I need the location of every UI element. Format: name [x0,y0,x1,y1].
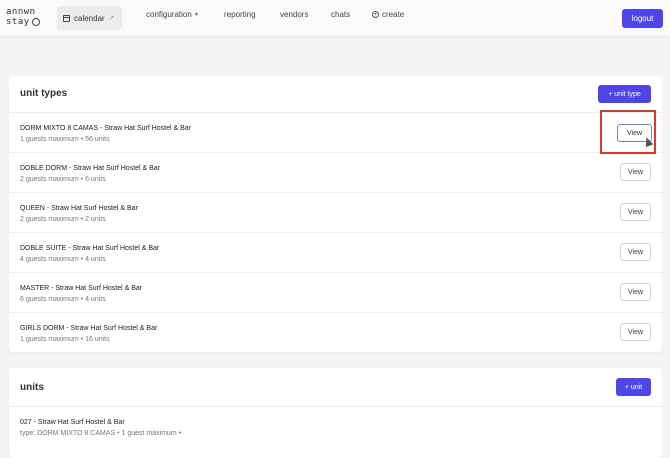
view-button[interactable]: View [620,323,651,341]
unit-type-name: DOBLE SUITE - Straw Hat Surf Hostel & Ba… [20,245,160,252]
globe-icon [31,18,40,26]
unit-type-name: DORM MIXTO 8 CAMAS - Straw Hat Surf Host… [20,125,192,132]
unit-types-header: unit types + unit type [9,76,662,113]
unit-row[interactable]: 027 - Straw Hat Surf Hostel & Bar type: … [9,407,662,447]
add-unit-button[interactable]: + unit [616,378,651,396]
nav-configuration-label: configuration [146,10,192,19]
calendar-icon [63,14,70,22]
nav-chats[interactable]: chats [331,10,350,19]
plus-circle-icon: + [372,11,379,18]
unit-type-meta: 2 guests maximum • 2 units [20,216,106,223]
logout-button[interactable]: logout [622,9,663,28]
unit-type-name: DOBLE DORM - Straw Hat Surf Hostel & Bar [20,165,161,172]
view-button[interactable]: View [620,163,651,181]
unit-type-name: MASTER - Straw Hat Surf Hostel & Bar [20,285,143,292]
chevron-down-icon: ▾ [194,12,198,18]
logo[interactable]: annwn stay [6,7,46,27]
nav-configuration[interactable]: configuration ▾ [146,10,198,19]
view-button[interactable]: View [620,243,651,261]
top-nav: annwn stay calendar ↗ configuration ▾ re… [0,0,670,37]
logo-line1: annwn [6,7,36,17]
units-header: units + unit [9,368,662,407]
unit-type-meta: 1 guests maximum • 16 units [20,336,110,343]
units-title: units [20,382,44,393]
view-button[interactable]: View [620,283,651,301]
logo-line2: stay [6,17,30,27]
unit-type-row: MASTER - Straw Hat Surf Hostel & Bar 6 g… [9,273,662,313]
nav-calendar[interactable]: calendar ↗ [57,6,122,30]
unit-type-name: GIRLS DORM - Straw Hat Surf Hostel & Bar [20,325,158,332]
unit-type-row: GIRLS DORM - Straw Hat Surf Hostel & Bar… [9,313,662,352]
view-button[interactable]: View [620,203,651,221]
nav-reporting[interactable]: reporting [224,10,256,19]
unit-type-meta: 4 guests maximum • 4 units [20,256,106,263]
unit-type-meta: 2 guests maximum • 6 units [20,176,106,183]
unit-type-meta: 6 guests maximum • 4 units [20,296,106,303]
nav-calendar-label: calendar [74,13,105,23]
add-unit-type-button[interactable]: + unit type [598,85,651,103]
unit-meta: type: DORM MIXTO 8 CAMAS • 1 guest maxim… [20,430,182,437]
nav-vendors-label: vendors [280,10,309,19]
unit-type-name: QUEEN - Straw Hat Surf Hostel & Bar [20,205,138,212]
unit-type-meta: 1 guests maximum • 56 units [20,136,110,143]
unit-type-row: DOBLE DORM - Straw Hat Surf Hostel & Bar… [9,153,662,193]
nav-create-label: create [382,10,405,19]
nav-chats-label: chats [331,10,351,19]
unit-type-row: DOBLE SUITE - Straw Hat Surf Hostel & Ba… [9,233,662,273]
nav-create[interactable]: + create [372,10,404,19]
unit-type-row: DORM MIXTO 8 CAMAS - Straw Hat Surf Host… [9,113,662,153]
nav-vendors[interactable]: vendors [280,10,308,19]
unit-name: 027 - Straw Hat Surf Hostel & Bar [20,419,125,426]
external-link-icon: ↗ [108,15,115,22]
units-card: units + unit 027 - Straw Hat Surf Hostel… [9,368,662,458]
nav-reporting-label: reporting [224,10,256,19]
unit-type-row: QUEEN - Straw Hat Surf Hostel & Bar 2 gu… [9,193,662,233]
unit-types-card: unit types + unit type DORM MIXTO 8 CAMA… [9,76,662,352]
unit-types-title: unit types [20,88,68,99]
